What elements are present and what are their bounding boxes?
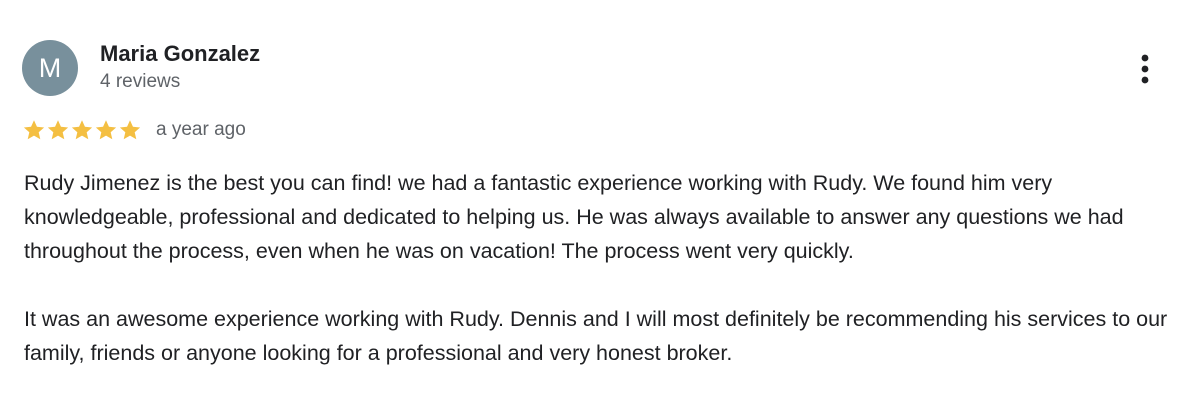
reviewer-name[interactable]: Maria Gonzalez bbox=[100, 41, 260, 67]
more-options-button[interactable] bbox=[1128, 52, 1162, 86]
more-vert-icon bbox=[1141, 54, 1149, 84]
star-icon bbox=[119, 120, 141, 140]
review-paragraph: Rudy Jimenez is the best you can find! w… bbox=[24, 171, 1124, 263]
star-icon bbox=[23, 120, 45, 140]
star-rating bbox=[22, 118, 142, 142]
star-icon bbox=[71, 120, 93, 140]
star-icon bbox=[95, 120, 117, 140]
review-card: M Maria Gonzalez 4 reviews a year ago Ru… bbox=[0, 0, 1200, 408]
review-text: Rudy Jimenez is the best you can find! w… bbox=[24, 166, 1184, 370]
avatar[interactable]: M bbox=[22, 40, 78, 96]
rating-row: a year ago bbox=[22, 116, 246, 144]
review-timestamp: a year ago bbox=[156, 119, 246, 140]
star-icon bbox=[47, 120, 69, 140]
review-paragraph: It was an awesome experience working wit… bbox=[24, 307, 1168, 365]
review-count: 4 reviews bbox=[100, 71, 181, 92]
